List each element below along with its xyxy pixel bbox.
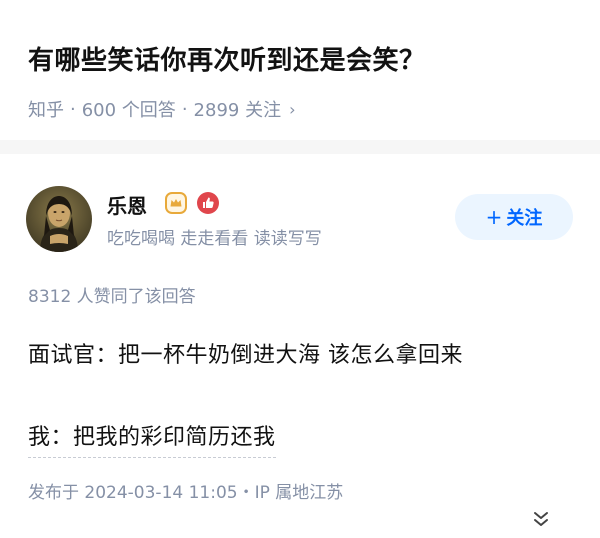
author-bio: 吃吃喝喝 走走看看 读读写写: [107, 229, 322, 249]
followers-count: 2899 关注: [193, 100, 282, 121]
question-title[interactable]: 有哪些笑话你再次听到还是会笑？: [28, 40, 426, 77]
meta-separator: ·: [70, 98, 76, 120]
crown-badge-icon: [164, 191, 188, 215]
section-divider: [0, 140, 600, 154]
question-meta: 知乎 · 600 个回答 · 2899 关注 ›: [28, 96, 295, 122]
vote-count: 8312 人赞同了该回答: [28, 287, 196, 307]
chevron-right-icon[interactable]: ›: [289, 100, 295, 119]
answer-text-line: 我：把我的彩印简历还我: [28, 419, 276, 458]
thumbs-up-badge-icon: [196, 191, 220, 215]
meta-separator: ·: [181, 98, 188, 120]
question-header: 有哪些笑话你再次听到还是会笑？ 知乎 · 600 个回答 · 2899 关注 ›: [0, 0, 600, 138]
author-name[interactable]: 乐恩: [107, 190, 147, 219]
answer-card: 乐恩 吃吃喝喝 走走看看 读读写写 + 关注 8312 人赞同了该回答 面试官：…: [0, 154, 600, 538]
follow-button[interactable]: + 关注: [455, 194, 573, 240]
collapse-chevron-icon[interactable]: [531, 508, 551, 530]
source-label: 知乎: [28, 100, 64, 121]
answers-count: 600 个回答: [81, 100, 176, 121]
publish-info: 发布于 2024-03-14 11:05・IP 属地江苏: [28, 483, 344, 503]
answer-text-line: 面试官：把一杯牛奶倒进大海 该怎么拿回来: [28, 343, 463, 368]
plus-icon: +: [485, 205, 503, 229]
avatar[interactable]: [26, 186, 92, 252]
follow-label: 关注: [506, 208, 543, 229]
